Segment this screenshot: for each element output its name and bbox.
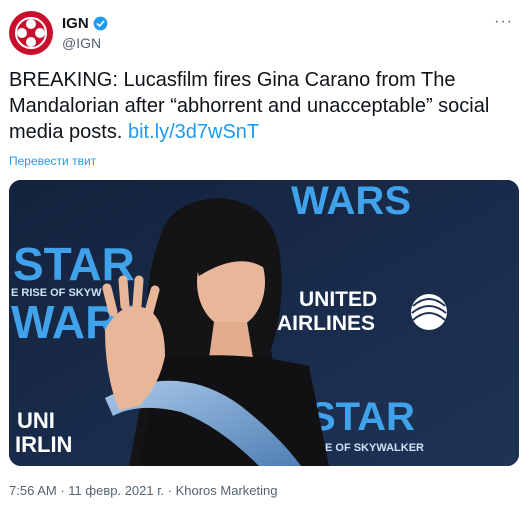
meta-separator: · [60, 483, 65, 498]
tweet-media-photo[interactable]: WARS STAR E RISE OF SKYW WARS UNITED AIR… [9, 180, 519, 466]
united-globe-icon [411, 294, 447, 330]
tweet-date[interactable]: 11 февр. 2021 г. [68, 483, 164, 498]
backdrop-text: UNITED [299, 288, 377, 311]
backdrop-text: WARS [291, 180, 411, 223]
backdrop-text: STAR [13, 238, 135, 290]
backdrop-text: IRLIN [15, 432, 72, 457]
backdrop-text: AIRLINES [277, 312, 375, 335]
backdrop-text: UNI [17, 408, 55, 433]
backdrop-text: E OF SKYWALKER [325, 442, 424, 454]
tweet-link[interactable]: bit.ly/3d7wSnT [128, 121, 259, 143]
display-name[interactable]: IGN [62, 15, 89, 32]
tweet-meta: 7:56 AM · 11 февр. 2021 г. · Khoros Mark… [9, 483, 277, 498]
translate-tweet-link[interactable]: Перевести твит [9, 154, 96, 168]
tweet-time[interactable]: 7:56 AM [9, 483, 57, 498]
more-options-icon[interactable]: ··· [494, 13, 513, 31]
tweet-header: IGN @IGN ··· [9, 11, 521, 57]
photo-scene: WARS STAR E RISE OF SKYW WARS UNITED AIR… [9, 180, 519, 466]
ign-logo-icon [15, 17, 47, 49]
avatar[interactable] [9, 11, 53, 55]
tweet-source[interactable]: Khoros Marketing [176, 483, 278, 498]
meta-separator: · [167, 483, 172, 498]
tweet-text: BREAKING: Lucasfilm fires Gina Carano fr… [9, 67, 521, 145]
verified-badge-icon [93, 16, 108, 31]
account-names: IGN @IGN [62, 15, 108, 51]
backdrop-text: STAR [309, 395, 415, 439]
account-handle[interactable]: @IGN [62, 35, 108, 51]
